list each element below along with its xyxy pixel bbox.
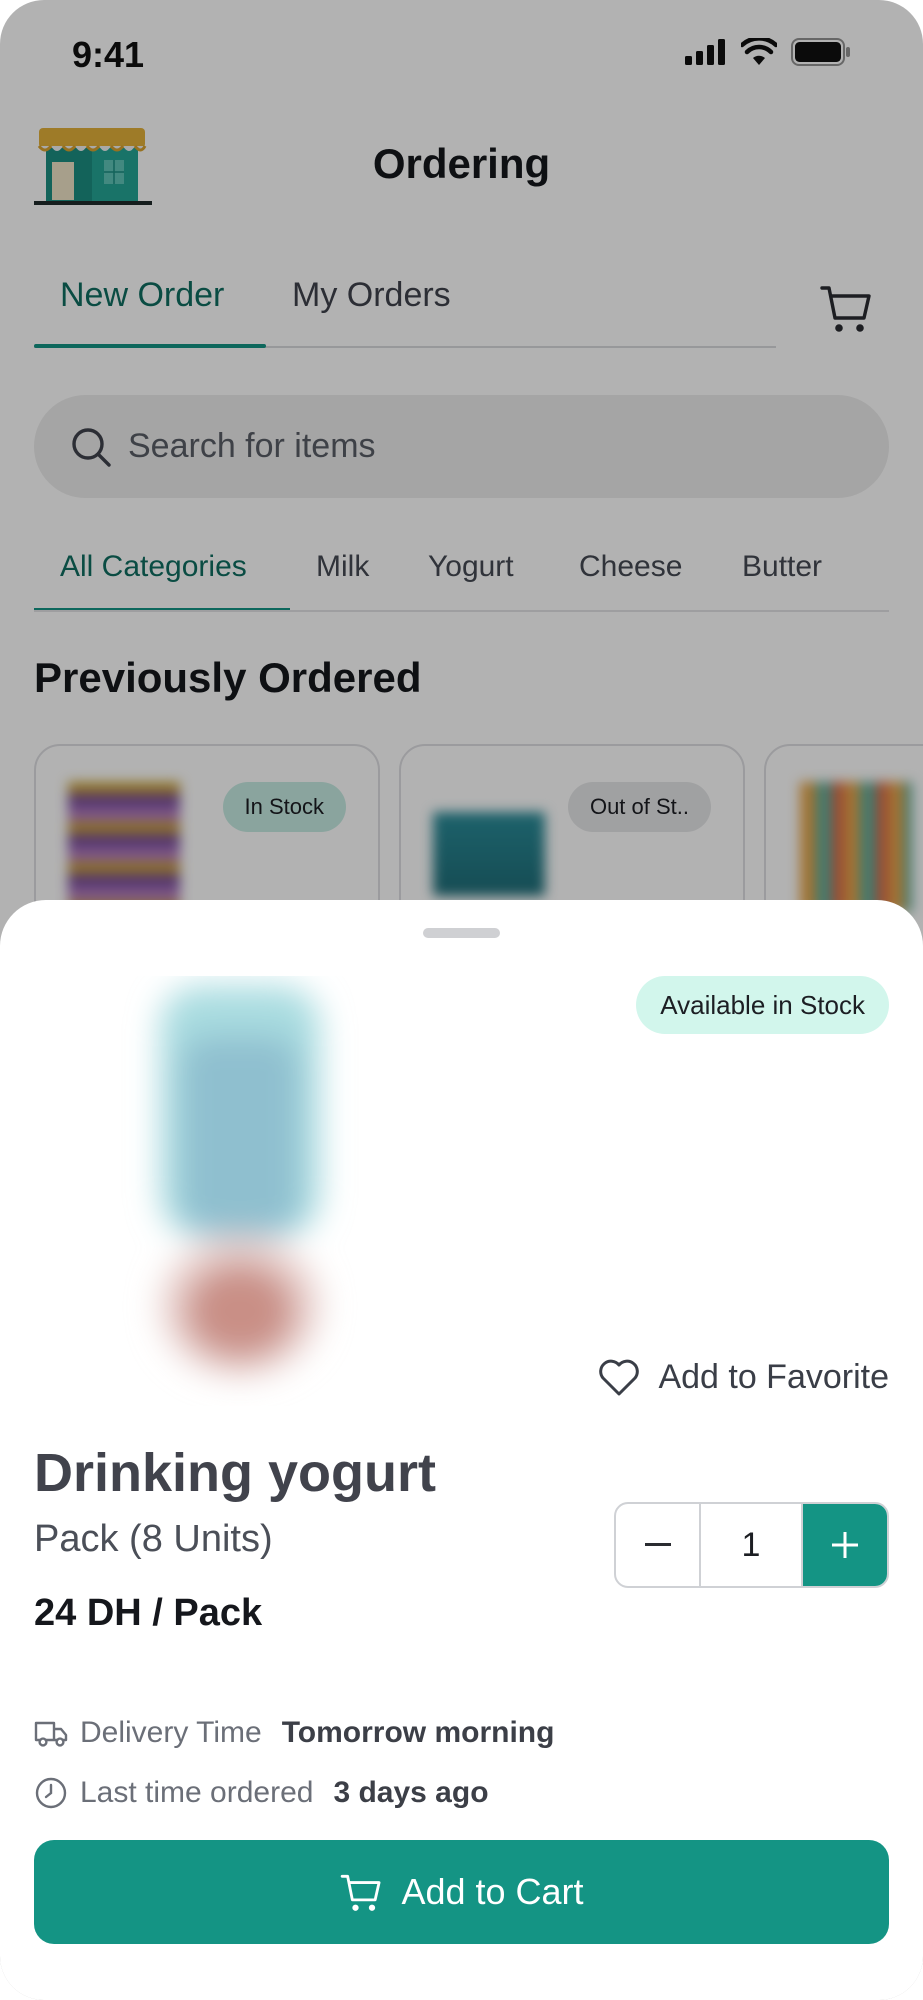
- pack-size: Pack (8 Units): [34, 1518, 273, 1560]
- decrease-quantity-button[interactable]: [616, 1504, 701, 1586]
- last-ordered-row: Last time ordered 3 days ago: [34, 1776, 489, 1810]
- favorite-label: Add to Favorite: [658, 1358, 889, 1396]
- price: 24 DH / Pack: [34, 1592, 263, 1634]
- quantity-value[interactable]: 1: [701, 1504, 803, 1586]
- delivery-label: Delivery Time: [80, 1716, 262, 1749]
- add-to-cart-label: Add to Cart: [401, 1871, 584, 1912]
- minus-icon: [644, 1543, 671, 1546]
- plus-icon: [832, 1532, 858, 1558]
- last-ordered-value: 3 days ago: [333, 1776, 489, 1809]
- add-to-favorite-button[interactable]: Add to Favorite: [598, 1358, 889, 1397]
- product-image: [160, 986, 320, 1376]
- sheet-handle[interactable]: [423, 928, 500, 938]
- availability-badge: Available in Stock: [636, 976, 889, 1034]
- delivery-row: Delivery Time Tomorrow morning: [34, 1716, 554, 1750]
- quantity-stepper: 1: [614, 1502, 889, 1588]
- app-screen: 9:41 Ordering New Order My Orders Search…: [0, 0, 923, 2000]
- increase-quantity-button[interactable]: [803, 1504, 887, 1586]
- delivery-value: Tomorrow morning: [281, 1716, 555, 1749]
- product-detail-sheet: Available in Stock Add to Favorite Drink…: [0, 900, 923, 2000]
- truck-icon: [34, 1721, 68, 1747]
- heart-icon: [599, 1359, 640, 1395]
- last-ordered-label: Last time ordered: [80, 1776, 314, 1809]
- cart-icon: [341, 1874, 381, 1911]
- clock-icon: [35, 1777, 67, 1809]
- add-to-cart-button[interactable]: Add to Cart: [34, 1840, 889, 1944]
- product-name: Drinking yogurt: [34, 1443, 436, 1503]
